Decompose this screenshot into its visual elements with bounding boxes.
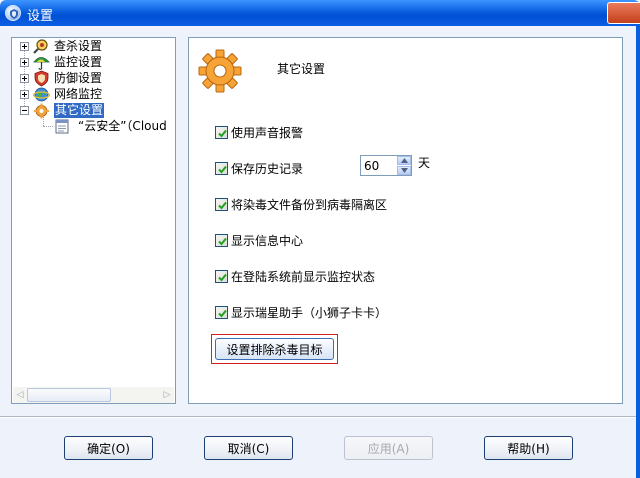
save-history-label: 保存历史记录	[231, 162, 304, 176]
document-icon	[55, 119, 69, 134]
show-info-center-checkbox[interactable]	[215, 234, 228, 247]
sound-alarm-checkbox[interactable]	[215, 126, 228, 139]
history-days-stepper[interactable]	[360, 155, 412, 176]
umbrella-icon	[33, 57, 50, 70]
sound-alarm-label: 使用声音报警	[231, 126, 304, 140]
show-assistant-checkbox[interactable]	[215, 306, 228, 319]
tree-item-defense-settings[interactable]: 防御设置	[54, 71, 102, 86]
magnifier-virus-icon	[33, 39, 48, 54]
settings-window: 设置 查杀设置 监控设置 防御设置 网络监控 其它设置 “云安全”（Cloud …	[0, 0, 640, 478]
window-title: 设置	[27, 9, 54, 24]
tree-item-cloud-security[interactable]: “云安全”（Cloud	[78, 119, 173, 134]
window-frame-right	[636, 26, 640, 478]
show-assistant-label: 显示瑞星助手（小狮子卡卡）	[231, 306, 388, 320]
tree-item-other-settings[interactable]: 其它设置	[54, 103, 105, 118]
tree-item-scan-settings[interactable]: 查杀设置	[54, 39, 102, 54]
show-info-center-label: 显示信息中心	[231, 234, 304, 248]
globe-icon	[33, 87, 50, 102]
settings-content-panel: 其它设置 使用声音报警 保存历史记录 天 将染毒文件备份到病毒隔离区 显示信息中…	[188, 37, 623, 404]
title-bar[interactable]: 设置	[0, 0, 640, 26]
show-monitor-before-login-label: 在登陆系统前显示监控状态	[231, 270, 376, 284]
gear-icon	[34, 103, 49, 119]
shield-icon	[34, 70, 49, 87]
help-button[interactable]: 帮助(H)	[484, 436, 573, 460]
save-history-checkbox[interactable]	[215, 162, 228, 175]
history-days-unit: 天	[418, 156, 431, 170]
bottom-separator	[0, 416, 636, 418]
backup-infected-label: 将染毒文件备份到病毒隔离区	[231, 198, 388, 212]
backup-infected-checkbox[interactable]	[215, 198, 228, 211]
ok-button[interactable]: 确定(O)	[64, 436, 153, 460]
close-button[interactable]	[607, 2, 640, 24]
tree-expander[interactable]	[20, 42, 29, 51]
spin-up-button[interactable]	[397, 156, 411, 165]
spin-down-button[interactable]	[397, 166, 411, 175]
apply-button[interactable]: 应用(A)	[344, 436, 433, 460]
set-exclude-targets-button[interactable]: 设置排除杀毒目标	[215, 338, 334, 360]
show-monitor-before-login-checkbox[interactable]	[215, 270, 228, 283]
settings-tree: 查杀设置 监控设置 防御设置 网络监控 其它设置 “云安全”（Cloud ◁ ▷	[11, 37, 176, 404]
tree-item-network-monitor[interactable]: 网络监控	[54, 87, 102, 102]
large-gear-icon	[198, 49, 242, 93]
tree-connector	[43, 126, 53, 127]
scroll-thumb[interactable]	[27, 388, 111, 402]
cancel-button[interactable]: 取消(C)	[204, 436, 293, 460]
tree-expander[interactable]	[20, 90, 29, 99]
tree-item-monitor-settings[interactable]: 监控设置	[54, 55, 102, 70]
scroll-right-arrow-icon[interactable]: ▷	[160, 387, 174, 403]
exclude-button-highlight: 设置排除杀毒目标	[211, 334, 338, 364]
section-title: 其它设置	[277, 62, 326, 76]
app-shield-icon	[5, 5, 21, 21]
tree-horizontal-scrollbar[interactable]: ◁ ▷	[13, 387, 174, 403]
tree-collapser[interactable]	[20, 106, 29, 115]
scroll-left-arrow-icon[interactable]: ◁	[13, 387, 27, 403]
tree-expander[interactable]	[20, 58, 29, 67]
tree-expander[interactable]	[20, 74, 29, 83]
history-days-input[interactable]	[364, 158, 394, 173]
